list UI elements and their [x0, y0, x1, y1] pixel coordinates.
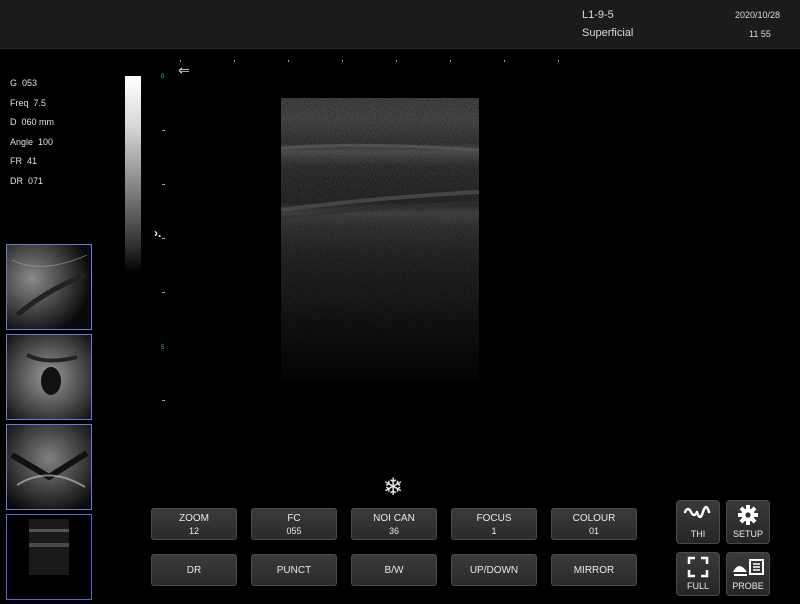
wave-icon [677, 504, 719, 528]
grayscale-bar [125, 76, 141, 273]
focus-marker: ›. [154, 226, 162, 240]
probe-icon [727, 556, 769, 580]
snowflake-icon: ❄ [383, 474, 404, 501]
param-frame-rate: FR 41 [10, 156, 38, 166]
fc-button[interactable]: FC 055 [251, 508, 337, 540]
thumbnail-1[interactable] [6, 244, 92, 330]
noise-cancel-button[interactable]: NOI CAN 36 [351, 508, 437, 540]
ruler-dot [504, 60, 505, 62]
gear-icon [727, 504, 769, 528]
colour-button[interactable]: COLOUR 01 [551, 508, 637, 540]
ruler-dot [450, 60, 451, 62]
param-depth: D 060 mm [10, 117, 55, 127]
depth-tick [162, 130, 165, 131]
imaging-parameters: G 053 Freq 7.5 D 060 mm Angle 100 FR 41 DR 071 [10, 76, 54, 193]
date-display: 2020/10/28 [735, 10, 781, 20]
thi-button[interactable]: THI [676, 500, 720, 544]
up-down-button[interactable]: UP/DOWN [451, 554, 537, 586]
thumbnail-image [7, 425, 91, 509]
thumbnail-image [7, 335, 91, 419]
ruler-dot [558, 60, 559, 62]
ultrasound-image[interactable] [280, 98, 480, 380]
top-status-bar: L1-9-5 Superficial 2020/10/28 11 55 [0, 0, 800, 49]
depth-ruler: 0 5 [160, 60, 170, 420]
dr-button[interactable]: DR [151, 554, 237, 586]
thumbnail-strip [6, 244, 92, 604]
depth-tick [162, 400, 165, 401]
ruler-dot [234, 60, 235, 62]
full-screen-button[interactable]: FULL [676, 552, 720, 596]
depth-label-0: 0 [161, 74, 165, 80]
ruler-dot [342, 60, 343, 62]
probe-name: L1-9-5 [582, 9, 614, 21]
mirror-button[interactable]: MIRROR [551, 554, 637, 586]
puncture-button[interactable]: PUNCT [251, 554, 337, 586]
setup-button[interactable]: SETUP [726, 500, 770, 544]
thumbnail-3[interactable] [6, 424, 92, 510]
ultrasound-speckle [280, 98, 480, 380]
focus-button[interactable]: FOCUS 1 [451, 508, 537, 540]
thumbnail-image [7, 245, 91, 329]
thumbnail-2[interactable] [6, 334, 92, 420]
zoom-button[interactable]: ZOOM 12 [151, 508, 237, 540]
depth-tick [162, 292, 165, 293]
depth-tick [162, 238, 165, 239]
param-dynamic-range: DR 071 [10, 175, 44, 186]
param-frequency: Freq 7.5 [10, 97, 47, 108]
depth-label-5: 5 [161, 345, 165, 351]
ruler-dot [396, 60, 397, 62]
param-gain: G 053 [10, 78, 38, 88]
depth-tick [162, 184, 165, 185]
preset-name: Superficial [582, 27, 634, 39]
bw-button[interactable]: B/W [351, 554, 437, 586]
ruler-dot [288, 60, 289, 62]
ruler-dot [180, 60, 181, 62]
time-display: 11 55 [749, 29, 771, 39]
param-angle: Angle 100 [10, 136, 54, 147]
lateral-ruler [170, 60, 590, 66]
probe-button[interactable]: PROBE [726, 552, 770, 596]
fullscreen-icon [677, 556, 719, 580]
thumbnail-4[interactable] [6, 514, 92, 600]
thumbnail-image [7, 515, 91, 599]
